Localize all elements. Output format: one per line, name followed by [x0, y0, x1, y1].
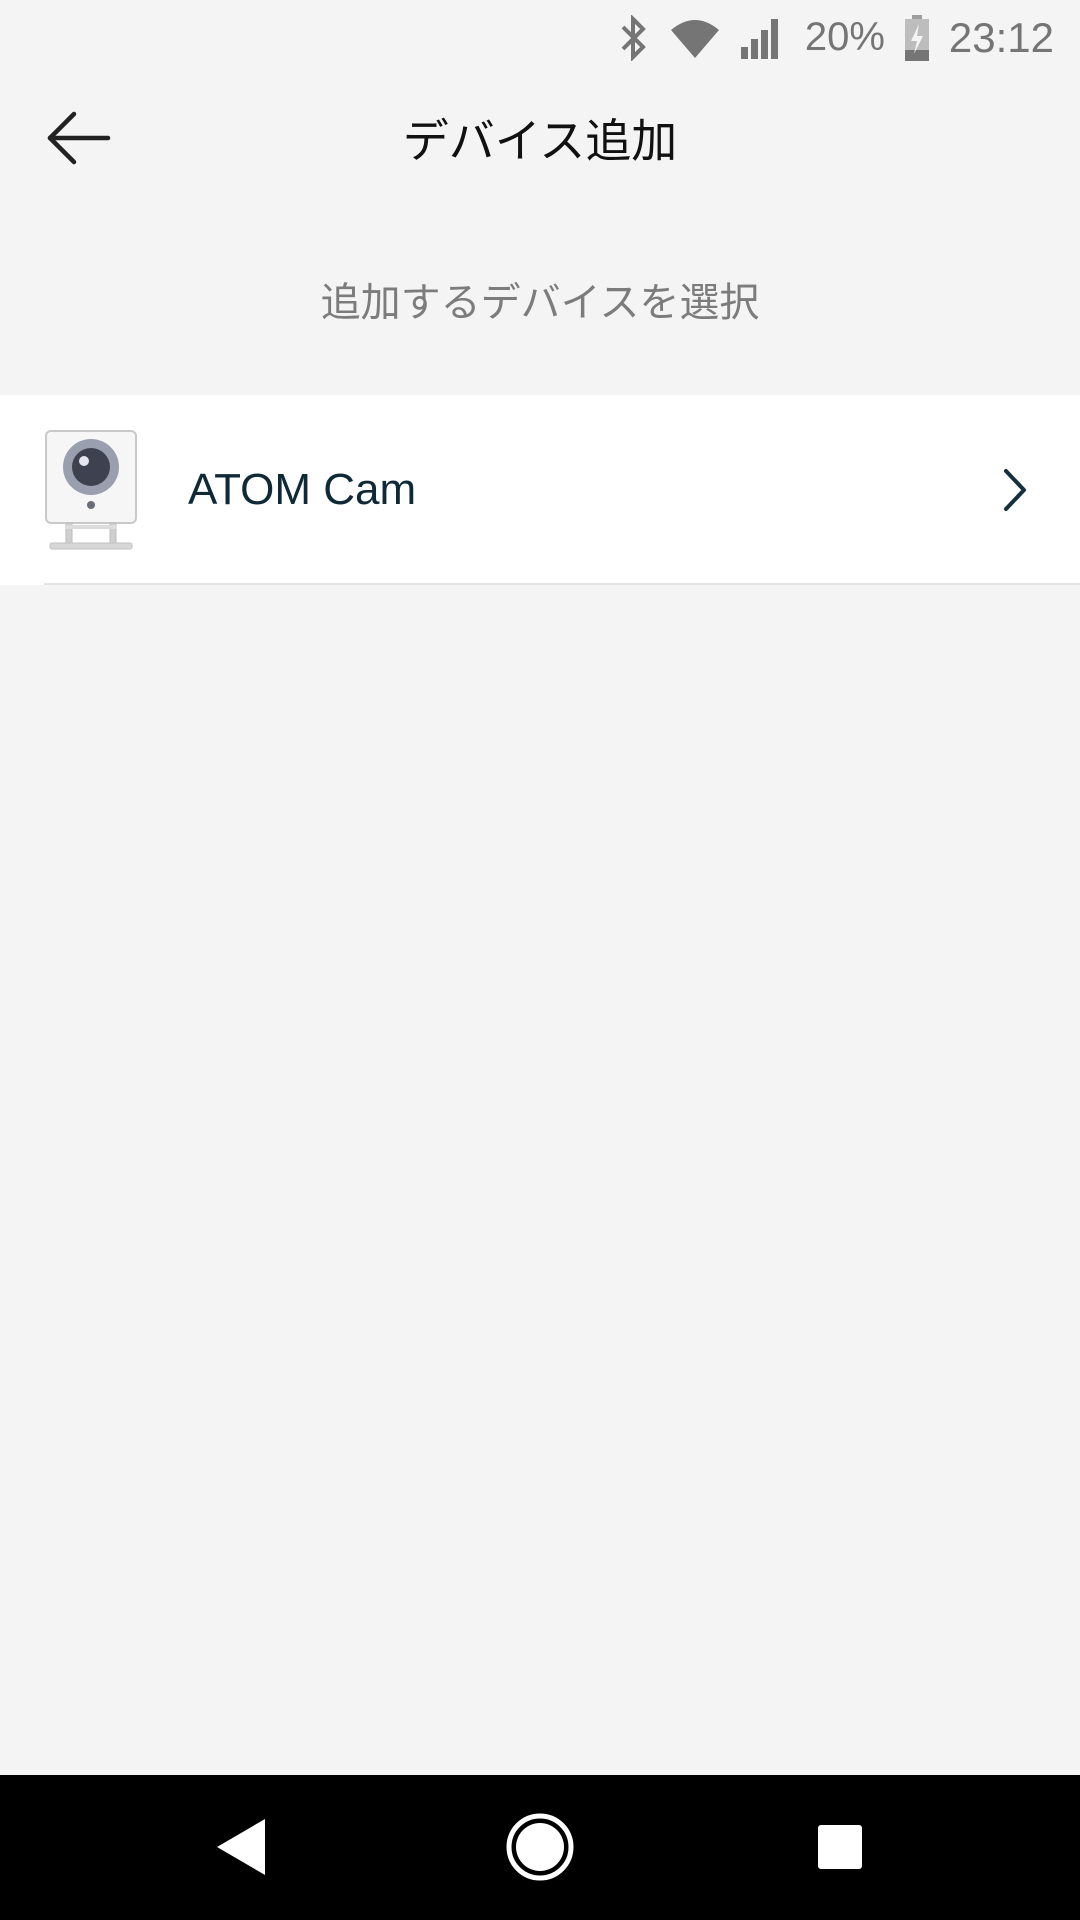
nav-back-icon	[217, 1819, 265, 1875]
battery-percent: 20%	[804, 15, 885, 59]
bluetooth-icon	[617, 14, 651, 61]
nav-recents-button[interactable]	[795, 1807, 885, 1887]
system-nav-bar	[0, 1775, 1080, 1920]
chevron-right-icon	[1004, 469, 1026, 511]
nav-home-icon	[506, 1813, 574, 1881]
device-list: ATOM Cam	[0, 395, 1080, 585]
clock: 23:12	[948, 13, 1054, 61]
wifi-icon	[669, 16, 721, 60]
page-title: デバイス追加	[402, 114, 678, 168]
device-item-atom-cam[interactable]: ATOM Cam	[0, 395, 1080, 585]
status-bar: 20% 23:12	[0, 0, 1080, 75]
nav-recents-icon	[818, 1825, 862, 1869]
app-bar: デバイス追加	[0, 75, 1080, 200]
battery-charging-icon	[903, 14, 931, 62]
nav-home-button[interactable]	[495, 1807, 585, 1887]
device-name: ATOM Cam	[188, 465, 417, 514]
select-device-prompt: 追加するデバイスを選択	[320, 280, 760, 326]
cellular-signal-icon	[739, 17, 783, 59]
nav-back-button[interactable]	[196, 1807, 286, 1887]
row-divider	[44, 583, 1080, 585]
camera-device-icon	[45, 430, 137, 550]
